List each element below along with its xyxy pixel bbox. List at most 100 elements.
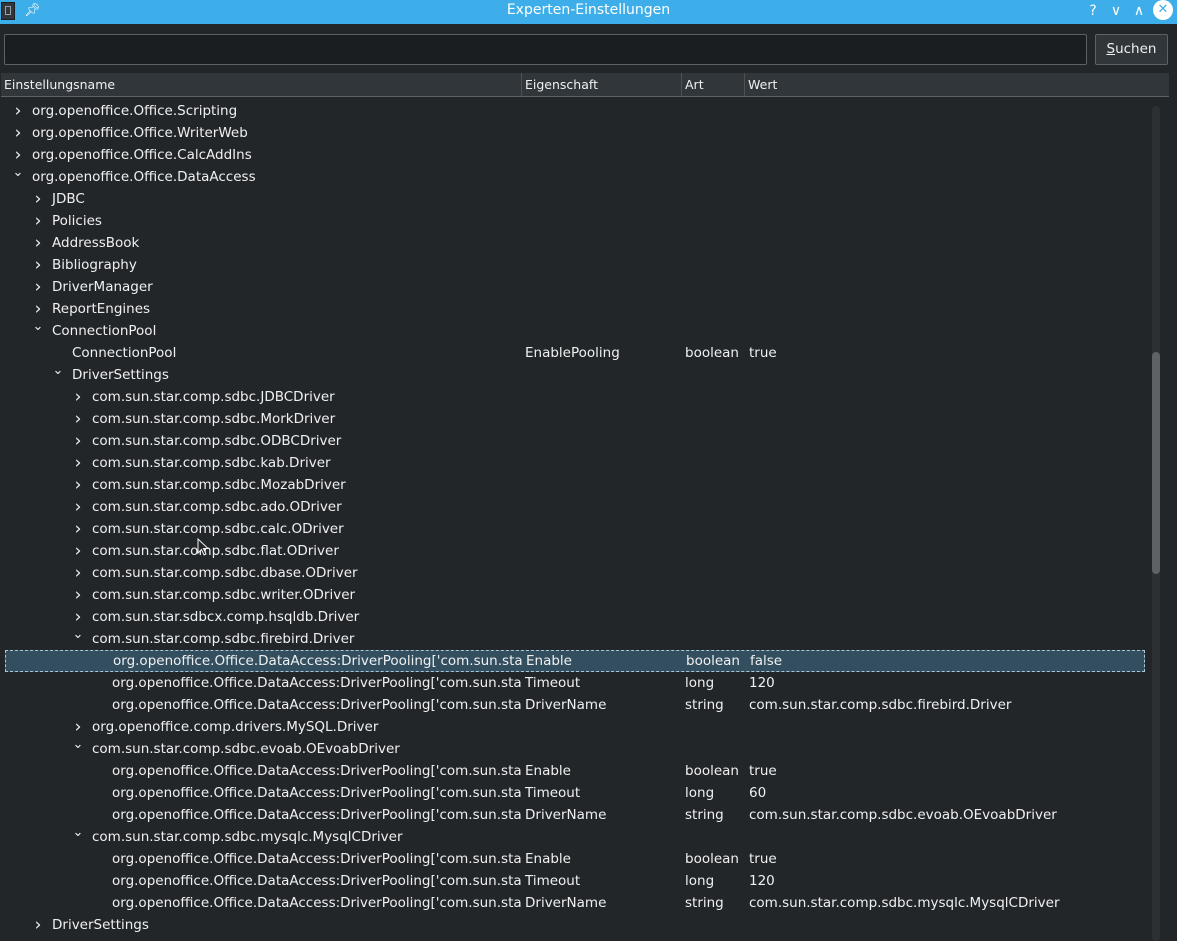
chevron-right-icon[interactable]: › [31,254,45,276]
tree-row-node[interactable]: › Bibliography [1,254,1151,276]
scrollbar-thumb[interactable] [1152,352,1160,574]
tree-row-node[interactable]: › org.openoffice.Office.Scripting [1,100,1151,122]
chevron-right-icon[interactable]: › [71,386,85,408]
chevron-right-icon[interactable]: › [31,298,45,320]
chevron-down-icon[interactable]: ⌄ [11,166,25,188]
tree-row-setting[interactable]: org.openoffice.Office.DataAccess:DriverP… [1,848,1151,870]
tree-row-node[interactable]: › com.sun.star.comp.sdbc.writer.ODriver [1,584,1151,606]
maximize-button[interactable]: ∧ [1129,1,1149,21]
tree-item-property: Timeout [525,873,581,889]
tree-row-node[interactable]: › org.openoffice.Office.WriterWeb [1,122,1151,144]
tree-item-name: com.sun.star.comp.sdbc.flat.ODriver [92,543,339,559]
tree-row-setting[interactable]: org.openoffice.Office.DataAccess:DriverP… [1,694,1151,716]
tree-item-name: org.openoffice.Office.DataAccess:DriverP… [112,763,522,779]
tree-item-value: com.sun.star.comp.sdbc.mysqlc.MysqlCDriv… [749,895,1060,911]
tree-row-node[interactable]: › com.sun.star.comp.sdbc.dbase.ODriver [1,562,1151,584]
settings-tree[interactable]: › org.openoffice.Office.Scripting › org.ope… [1,98,1151,941]
chevron-down-icon[interactable]: ⌄ [71,738,85,760]
tree-item-name: Policies [52,213,102,229]
tree-row-node[interactable]: ⌄ DriverSettings [1,364,1151,386]
column-header-type[interactable]: Art [682,73,745,96]
tree-item-name: com.sun.star.comp.sdbc.JDBCDriver [92,389,335,405]
chevron-right-icon[interactable]: › [71,452,85,474]
tree-row-setting[interactable]: org.openoffice.Office.DataAccess:DriverP… [1,892,1151,914]
tree-item-type: string [685,697,724,713]
tree-item-name: com.sun.star.comp.sdbc.ado.ODriver [92,499,342,515]
title-bar: 📌︎ Experten-Einstellungen ? ∨ ∧ ✕ [0,0,1177,24]
tree-row-node[interactable]: › com.sun.star.comp.sdbc.MozabDriver [1,474,1151,496]
chevron-right-icon[interactable]: › [71,584,85,606]
chevron-down-icon[interactable]: ⌄ [71,826,85,848]
column-header-value[interactable]: Wert [745,73,1169,96]
tree-row-node[interactable]: › com.sun.star.comp.sdbc.calc.ODriver [1,518,1151,540]
chevron-right-icon[interactable]: › [31,210,45,232]
chevron-right-icon[interactable]: › [71,716,85,738]
tree-row-node[interactable]: › DriverManager [1,276,1151,298]
tree-item-property: Enable [526,653,572,669]
chevron-right-icon[interactable]: › [71,408,85,430]
close-button[interactable]: ✕ [1153,0,1173,20]
tree-row-node[interactable]: › AddressBook [1,232,1151,254]
tree-row-setting[interactable]: org.openoffice.Office.DataAccess:DriverP… [5,650,1145,672]
tree-row-setting[interactable]: org.openoffice.Office.DataAccess:DriverP… [1,804,1151,826]
tree-row-node[interactable]: ⌄ ConnectionPool [1,320,1151,342]
chevron-down-icon[interactable]: ⌄ [51,364,65,386]
tree-row-node[interactable]: › com.sun.star.comp.sdbc.MorkDriver [1,408,1151,430]
chevron-right-icon[interactable]: › [11,144,25,166]
column-header-property[interactable]: Eigenschaft [522,73,682,96]
chevron-right-icon[interactable]: › [11,122,25,144]
column-header-name[interactable]: Einstellungsname [1,73,522,96]
tree-item-name: com.sun.star.comp.sdbc.dbase.ODriver [92,565,358,581]
chevron-right-icon[interactable]: › [11,100,25,122]
tree-item-property: DriverName [525,895,607,911]
tree-item-name: Bibliography [52,257,137,273]
tree-row-node[interactable]: › JDBC [1,188,1151,210]
tree-row-setting[interactable]: org.openoffice.Office.DataAccess:DriverP… [1,760,1151,782]
tree-item-name: org.openoffice.Office.DataAccess:DriverP… [112,675,522,691]
tree-row-node[interactable]: › com.sun.star.comp.sdbc.JDBCDriver [1,386,1151,408]
tree-row-node[interactable]: › com.sun.star.comp.sdbc.ado.ODriver [1,496,1151,518]
tree-row-node[interactable]: › Policies [1,210,1151,232]
tree-row-setting[interactable]: ConnectionPool EnablePooling boolean true [1,342,1151,364]
tree-row-setting[interactable]: org.openoffice.Office.DataAccess:DriverP… [1,782,1151,804]
chevron-right-icon[interactable]: › [71,496,85,518]
chevron-right-icon[interactable]: › [31,188,45,210]
chevron-right-icon[interactable]: › [31,914,45,936]
tree-item-name: com.sun.star.comp.sdbc.ODBCDriver [92,433,342,449]
tree-item-type: long [685,785,715,801]
chevron-right-icon[interactable]: › [31,276,45,298]
tree-item-type: boolean [685,763,739,779]
tree-item-name: org.openoffice.Office.DataAccess:DriverP… [112,785,522,801]
vertical-scrollbar[interactable] [1152,106,1160,941]
chevron-down-icon[interactable]: ⌄ [71,628,85,650]
chevron-right-icon[interactable]: › [71,430,85,452]
chevron-right-icon[interactable]: › [71,606,85,628]
chevron-right-icon[interactable]: › [71,540,85,562]
chevron-right-icon[interactable]: › [31,232,45,254]
tree-row-node[interactable]: › org.openoffice.Office.CalcAddIns [1,144,1151,166]
tree-row-node[interactable]: › com.sun.star.comp.sdbc.ODBCDriver [1,430,1151,452]
chevron-down-icon[interactable]: ⌄ [31,320,45,342]
tree-row-setting[interactable]: org.openoffice.Office.DataAccess:DriverP… [1,672,1151,694]
tree-row-node[interactable]: › com.sun.star.comp.sdbc.flat.ODriver [1,540,1151,562]
chevron-right-icon[interactable]: › [71,562,85,584]
tree-row-node[interactable]: ⌄ com.sun.star.comp.sdbc.evoab.OEvoabDriv… [1,738,1151,760]
search-button[interactable]: Suchen [1095,34,1168,65]
tree-row-node[interactable]: ⌄ com.sun.star.comp.sdbc.firebird.Driver [1,628,1151,650]
tree-row-node[interactable]: › DriverSettings [1,914,1151,936]
tree-item-name: org.openoffice.comp.drivers.MySQL.Driver [92,719,379,735]
tree-row-setting[interactable]: org.openoffice.Office.DataAccess:DriverP… [1,870,1151,892]
tree-item-property: Timeout [525,785,581,801]
tree-row-node[interactable]: › ReportEngines [1,298,1151,320]
tree-row-node[interactable]: › org.openoffice.comp.drivers.MySQL.Drive… [1,716,1151,738]
tree-item-type: string [685,807,724,823]
minimize-button[interactable]: ∨ [1106,1,1126,21]
help-button[interactable]: ? [1083,1,1103,21]
tree-row-node[interactable]: ⌄ com.sun.star.comp.sdbc.mysqlc.MysqlCDri… [1,826,1151,848]
chevron-right-icon[interactable]: › [71,518,85,540]
search-input[interactable] [4,34,1087,65]
tree-row-node[interactable]: › com.sun.star.comp.sdbc.kab.Driver [1,452,1151,474]
tree-row-node[interactable]: › com.sun.star.sdbcx.comp.hsqldb.Driver [1,606,1151,628]
tree-row-node[interactable]: ⌄ org.openoffice.Office.DataAccess [1,166,1151,188]
chevron-right-icon[interactable]: › [71,474,85,496]
